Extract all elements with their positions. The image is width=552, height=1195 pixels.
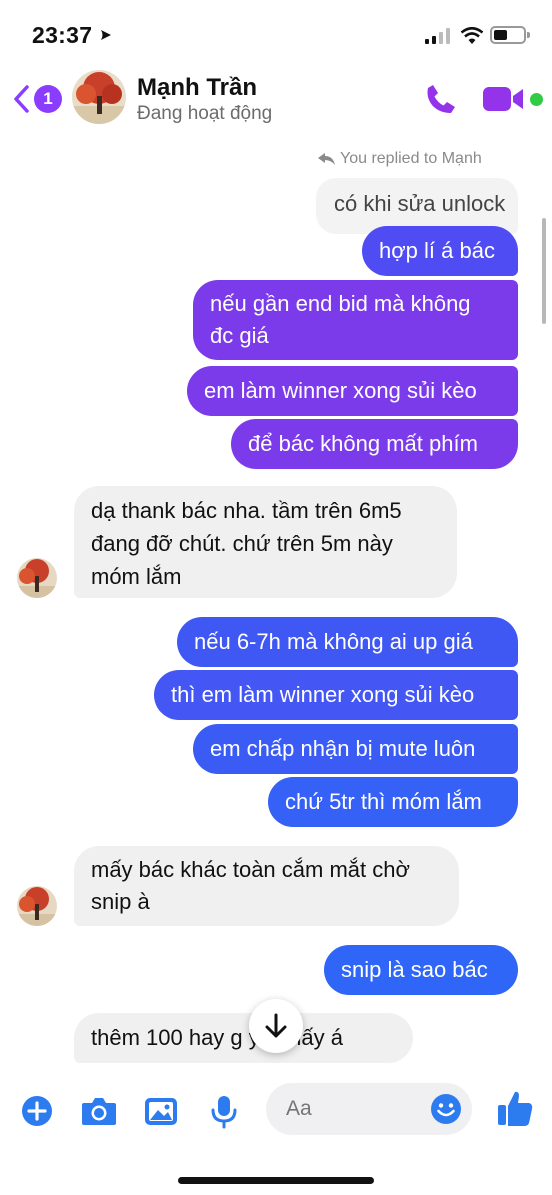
reply-note-text: You replied to Mạnh: [340, 150, 482, 167]
incoming-message[interactable]: dạ thank bác nha. tầm trên 6m5 đang đỡ c…: [74, 486, 457, 598]
clock: 23:37: [32, 22, 93, 48]
conversation-header: 1 Mạnh Trần Đang hoạt động: [0, 64, 552, 138]
smiley-icon[interactable]: [430, 1093, 462, 1125]
phone-icon[interactable]: [424, 82, 458, 116]
contact-avatar[interactable]: [72, 70, 126, 124]
message-input-field[interactable]: [266, 1083, 472, 1135]
focus-mode-icon: [101, 30, 111, 40]
outgoing-message[interactable]: em làm winner xong sủi kèo: [187, 366, 518, 416]
online-indicator: [530, 93, 543, 106]
wifi-icon: [460, 27, 484, 44]
reply-icon: [318, 152, 335, 165]
arrow-down-icon: [265, 1013, 287, 1038]
contact-name[interactable]: Mạnh Trần: [137, 74, 257, 102]
plus-circle-icon[interactable]: [19, 1093, 55, 1129]
contact-avatar-small[interactable]: [17, 886, 57, 926]
message-composer: [0, 1066, 552, 1156]
status-bar: 23:37: [0, 0, 552, 64]
active-status: Đang hoạt động: [137, 103, 273, 124]
reply-context-note: You replied to Mạnh: [318, 150, 482, 168]
outgoing-message[interactable]: chứ 5tr thì móm lắm: [268, 777, 518, 827]
outgoing-message[interactable]: hợp lí á bác: [362, 226, 518, 276]
chevron-left-icon: [14, 85, 29, 113]
video-camera-icon[interactable]: [482, 85, 526, 113]
thumbs-up-icon[interactable]: [496, 1088, 534, 1128]
outgoing-message[interactable]: nếu 6-7h mà không ai up giá: [177, 617, 518, 667]
incoming-message[interactable]: mấy bác khác toàn cắm mắt chờ snip à: [74, 846, 459, 926]
jump-to-latest-button[interactable]: [249, 999, 303, 1053]
unread-count-badge: 1: [34, 85, 62, 113]
home-indicator: [178, 1177, 374, 1184]
outgoing-message[interactable]: để bác không mất phím: [231, 419, 518, 469]
cellular-signal-icon: [425, 28, 450, 44]
incoming-message[interactable]: thêm 100 hay g y để lấy á: [74, 1013, 413, 1063]
microphone-icon[interactable]: [206, 1093, 242, 1129]
contact-avatar-small[interactable]: [17, 558, 57, 598]
outgoing-message[interactable]: thì em làm winner xong sủi kèo: [154, 670, 518, 720]
camera-icon[interactable]: [80, 1093, 118, 1129]
outgoing-message[interactable]: snip là sao bác: [324, 945, 518, 995]
message-input[interactable]: [286, 1093, 426, 1125]
image-icon[interactable]: [143, 1093, 179, 1129]
battery-icon: [490, 26, 530, 44]
outgoing-message[interactable]: nếu gần end bid mà không đc giá: [193, 280, 518, 360]
scrollbar[interactable]: [542, 218, 546, 324]
back-button[interactable]: 1: [12, 82, 62, 116]
outgoing-message[interactable]: em chấp nhận bị mute luôn: [193, 724, 518, 774]
